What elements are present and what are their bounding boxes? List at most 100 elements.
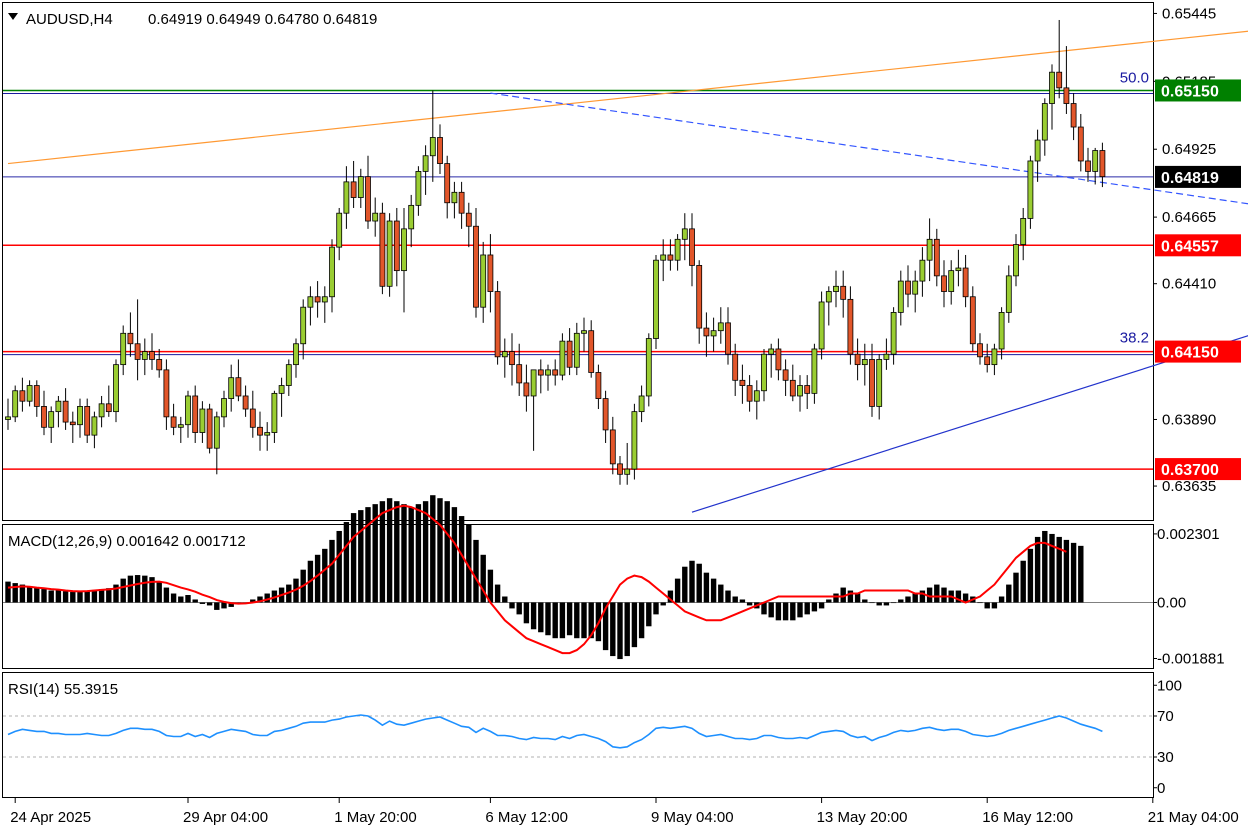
price-panel[interactable] — [2, 2, 1154, 521]
bull-candle — [545, 369, 551, 376]
macd-bar — [833, 593, 839, 603]
bull-candle — [761, 353, 767, 392]
bull-candle — [1034, 139, 1041, 162]
macd-bar — [811, 602, 818, 612]
macd-bar — [919, 590, 926, 603]
macd-bar — [797, 602, 803, 618]
macd-bar — [1070, 542, 1077, 603]
bear-candle — [235, 377, 242, 397]
bull-candle — [480, 254, 487, 308]
trading-chart[interactable]: 50.038.2 0.654450.651850.649250.646650.6… — [0, 0, 1248, 832]
bull-candle — [451, 191, 458, 204]
bear-candle — [257, 426, 263, 436]
bull-candle — [300, 306, 307, 345]
bull-candle — [624, 468, 631, 475]
bull-candle — [573, 332, 580, 368]
time-tick-label: 13 May 20:00 — [817, 809, 908, 826]
bear-candle — [242, 395, 249, 410]
bull-candle — [955, 267, 962, 272]
bear-candle — [905, 280, 911, 295]
bear-candle — [977, 343, 983, 358]
bear-candle — [789, 379, 796, 397]
macd-bar — [746, 602, 753, 606]
macd-bar — [502, 596, 508, 603]
macd-bar — [718, 584, 724, 603]
rsi-tick-label: 30 — [1157, 749, 1174, 766]
bull-candle — [329, 246, 335, 298]
macd-bar — [336, 530, 342, 603]
bear-candle — [350, 181, 357, 198]
bear-candle — [365, 176, 371, 222]
bull-candle — [221, 398, 227, 418]
bear-candle — [84, 406, 91, 436]
macd-bar — [192, 599, 198, 603]
macd-bar — [876, 602, 882, 606]
bull-candle — [645, 338, 652, 397]
macd-bar — [941, 587, 947, 603]
bear-candle — [487, 254, 494, 292]
macd-bar — [1078, 545, 1084, 603]
macd-bar — [430, 495, 436, 603]
macd-title: MACD(12,26,9) 0.001642 0.001712 — [8, 533, 246, 550]
bull-candle — [55, 400, 62, 413]
macd-bar — [473, 539, 479, 603]
macd-bar — [1027, 548, 1034, 603]
bull-candle — [581, 330, 587, 334]
bear-candle — [206, 408, 213, 449]
macd-bar — [322, 548, 328, 603]
bear-candle — [149, 351, 155, 360]
bear-candle — [1070, 103, 1077, 128]
macd-bar — [732, 596, 738, 603]
macd-bar — [862, 599, 868, 603]
bull-candle — [228, 377, 235, 399]
bear-candle — [437, 137, 443, 164]
bull-candle — [120, 332, 127, 366]
chart-canvas[interactable]: 50.038.2 0.654450.651850.649250.646650.6… — [0, 0, 1248, 832]
bull-candle — [919, 259, 926, 282]
macd-bar — [646, 602, 652, 627]
macd-bar — [134, 575, 141, 603]
bull-candle — [1013, 244, 1019, 277]
fib-label: 38.2 — [1120, 329, 1149, 346]
bull-candle — [1092, 150, 1099, 172]
macd-bar — [516, 602, 522, 615]
bear-candle — [746, 385, 753, 402]
macd-bar — [221, 602, 227, 609]
macd-bar — [818, 602, 825, 609]
macd-bar — [62, 591, 69, 603]
rsi-tick-label: 70 — [1157, 708, 1174, 725]
macd-bar — [386, 498, 393, 603]
bear-candle — [69, 421, 76, 426]
bull-candle — [876, 359, 883, 407]
time-tick-label: 24 Apr 2025 — [10, 809, 91, 826]
macd-bar — [444, 501, 450, 603]
macd-bar — [451, 507, 458, 603]
bull-candle — [660, 254, 667, 261]
bull-candle — [372, 212, 379, 222]
bull-candle — [825, 291, 832, 303]
macd-bar — [77, 591, 83, 603]
bear-candle — [192, 395, 199, 433]
macd-bar — [869, 602, 875, 604]
macd-bar — [689, 560, 695, 603]
time-tick-label: 9 May 04:00 — [651, 809, 734, 826]
bull-candle — [948, 270, 955, 292]
macd-bar — [41, 589, 47, 603]
bull-candle — [199, 408, 206, 433]
macd-bar — [1056, 536, 1062, 603]
macd-bar — [782, 602, 789, 621]
macd-bar — [538, 602, 544, 633]
rsi-tick-label: 0 — [1157, 780, 1165, 797]
macd-bar — [206, 602, 213, 606]
macd-bar — [545, 602, 551, 636]
bear-candle — [725, 322, 731, 355]
bear-candle — [473, 225, 479, 308]
bear-candle — [249, 408, 256, 428]
macd-bar — [1020, 560, 1026, 603]
bull-candle — [833, 285, 839, 292]
macd-bar — [883, 602, 890, 606]
bear-candle — [314, 296, 321, 303]
bear-candle — [869, 359, 875, 407]
bull-candle — [343, 181, 350, 214]
bull-candle — [213, 416, 220, 449]
